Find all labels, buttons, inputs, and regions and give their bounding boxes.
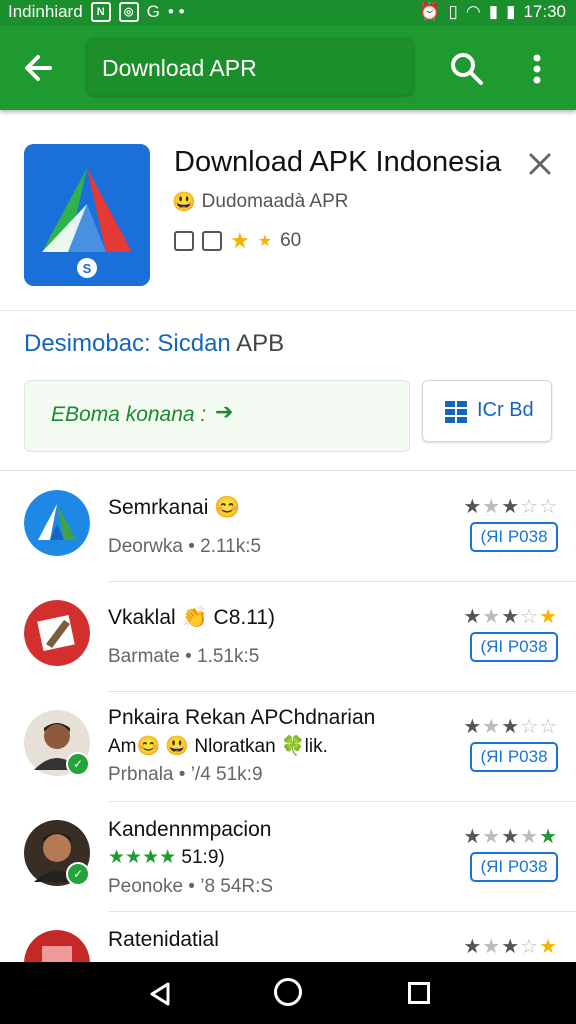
edit-icon [174, 231, 194, 251]
result-subtitle: Deorwka • 2.11k:5 [108, 536, 262, 557]
nav-recents-icon[interactable] [408, 982, 430, 1004]
result-title: Kandennmpacion [108, 818, 272, 841]
user-avatar: ✓ [24, 710, 90, 776]
list-item[interactable]: ✓ Pnkaira Rekan APChdnarian Am😊 😃 Nlorat… [0, 692, 576, 802]
section-title-blue: Desimobac: Sicdan [24, 330, 231, 357]
battery-icon: ▮ [506, 2, 516, 21]
carrier-label: Indinhiard [8, 2, 83, 21]
developer-row: 😃 Dudomaadà APR [172, 190, 349, 214]
sync-icon: G [146, 2, 160, 21]
search-query: Download APR [102, 55, 257, 81]
developer-emoji-icon: 😃 [172, 192, 196, 213]
star-rating: ★★★☆★ [463, 936, 558, 958]
result-rating-line: ★★★★ 51:9) [108, 847, 225, 868]
result-subtitle: Prbnala • ’/4 51k:9 [108, 764, 263, 785]
install-button[interactable]: (ЯI P038 [470, 742, 558, 772]
list-item[interactable]: Vkaklal 👏 C8.11) Barmate • 1.51k:5 ★★★☆★… [0, 582, 576, 692]
install-button[interactable]: (ЯI P038 [470, 522, 558, 552]
result-title: Vkaklal 👏 C8.11) [108, 606, 276, 629]
verified-badge-icon: ✓ [66, 862, 90, 886]
app-notification-icon: ◎ [118, 2, 139, 22]
result-subtitle: Barmate • 1.51k:5 [108, 646, 260, 667]
content-rating-icon [202, 231, 222, 251]
list-item[interactable]: ✓ Kandennmpacion ★★★★ 51:9) Peonoke • ’8… [0, 802, 576, 912]
star-rating: ★★★☆★ [463, 606, 558, 628]
alarm-icon: ⏰ [419, 2, 441, 21]
notification-icon: N [90, 2, 111, 22]
result-line2: Am😊 😃 Nloratkan 🍀lik. [108, 736, 328, 757]
section-title: Desimobac: Sicdan APB [24, 330, 284, 358]
install-button[interactable]: (ЯI P038 [470, 852, 558, 882]
app-icon: S [24, 144, 150, 286]
star-icon: ★ [230, 228, 250, 253]
status-bar: Indinhiard N ◎ G • • ⏰ ▯ ◠ ▮ ▮ 17:30 [0, 0, 576, 26]
app-avatar [24, 600, 90, 666]
section-title-grey: APB [236, 330, 285, 357]
offer-text: EBoma konana : [51, 403, 207, 426]
arrow-right-icon: ➔ [215, 399, 234, 424]
result-title: Pnkaira Rekan APChdnarian [108, 706, 376, 729]
app-bar: Download APR [0, 26, 576, 110]
half-star-icon: ★ [257, 233, 273, 250]
vibrate-icon: ▯ [448, 2, 458, 21]
verified-badge-icon: ✓ [66, 752, 90, 776]
search-icon[interactable] [448, 50, 486, 88]
grid-icon [445, 401, 467, 423]
developer-name: Dudomaadà APR [201, 191, 349, 212]
nav-back-icon[interactable] [146, 980, 174, 1008]
nav-home-icon[interactable] [274, 978, 302, 1006]
secondary-button[interactable]: ICr Bd [422, 380, 552, 442]
user-avatar: ✓ [24, 820, 90, 886]
result-title: Ratenidatial [108, 928, 219, 951]
more-notifications-icon: • • [167, 2, 185, 21]
app-rating: 60 [280, 230, 302, 251]
install-button[interactable]: (ЯI P038 [470, 632, 558, 662]
overflow-menu-icon[interactable] [522, 50, 552, 88]
app-avatar [24, 490, 90, 556]
app-meta-row: ★ ★ 60 [174, 228, 301, 254]
star-rating: ★★★★★ [463, 826, 558, 848]
search-field[interactable]: Download APR [86, 38, 414, 96]
star-rating: ★★★☆☆ [463, 716, 558, 738]
signal-icon: ▮ [488, 2, 499, 21]
app-icon-badge: S [83, 261, 92, 276]
close-icon[interactable] [528, 152, 552, 176]
result-title: Semrkanai 😊 [108, 496, 241, 519]
secondary-button-label: ICr Bd [477, 399, 534, 421]
result-subtitle: Peonoke • ’8 54R:S [108, 876, 274, 897]
divider [0, 310, 576, 311]
offer-button[interactable]: EBoma konana : ➔ [24, 380, 410, 452]
list-item[interactable]: Semrkanai 😊 Deorwka • 2.11k:5 ★★★☆☆ (ЯI … [0, 472, 576, 582]
system-nav-bar [0, 962, 576, 1024]
clock: 17:30 [523, 2, 566, 21]
back-arrow-icon[interactable] [20, 48, 60, 88]
star-rating: ★★★☆☆ [463, 496, 558, 518]
wifi-icon: ◠ [465, 2, 481, 21]
app-title: Download APK Indonesia [174, 146, 502, 178]
